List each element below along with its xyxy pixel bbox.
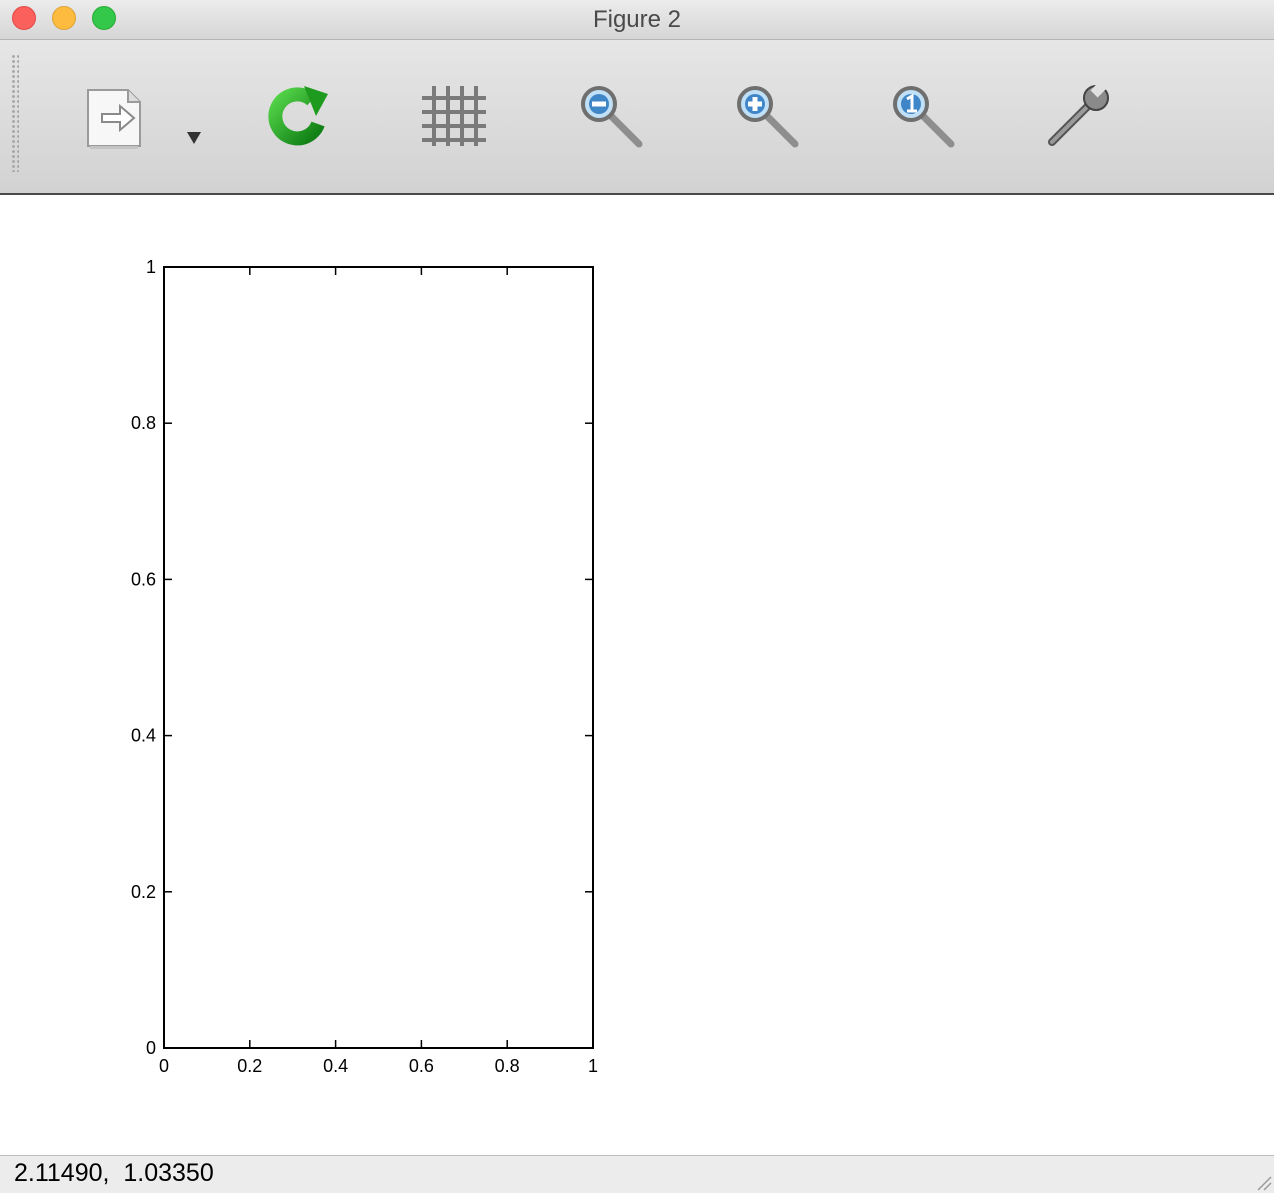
- zoom-out-icon: [581, 86, 643, 148]
- x-tick-label: 0.2: [237, 1056, 262, 1076]
- refresh-button[interactable]: [262, 80, 334, 152]
- x-tick-label: 0.6: [409, 1056, 434, 1076]
- window-title: Figure 2: [592, 6, 682, 33]
- y-tick-label: 0.8: [131, 413, 156, 433]
- zoom-out-button[interactable]: [575, 80, 647, 152]
- toolbar: [0, 40, 1274, 195]
- export-document-icon: [87, 89, 141, 149]
- y-tick-label: 0.2: [131, 882, 156, 902]
- x-tick-label: 0.8: [495, 1056, 520, 1076]
- figure-canvas[interactable]: 0 0.2 0.4 0.6 0.8 1 0 0.2 0.4 0.6 0.8 1: [0, 195, 1274, 1155]
- x-tick-label: 1: [588, 1056, 598, 1076]
- wrench-icon: [1048, 80, 1109, 146]
- zoom-reset-button[interactable]: [887, 80, 959, 152]
- status-bar: 2.11490, 1.03350: [0, 1155, 1274, 1193]
- settings-button[interactable]: [1042, 80, 1114, 152]
- title-bar: Figure 2: [0, 0, 1274, 40]
- export-dropdown-button[interactable]: [184, 128, 204, 148]
- grid-icon: [422, 86, 486, 146]
- y-tick-label: 0: [146, 1038, 156, 1058]
- x-tick-label: 0: [159, 1056, 169, 1076]
- refresh-icon: [268, 86, 328, 146]
- zoom-reset-icon: [893, 86, 955, 148]
- export-button[interactable]: [80, 80, 152, 152]
- x-tick-label: 0.4: [323, 1056, 348, 1076]
- cursor-coordinates: 2.11490, 1.03350: [14, 1159, 214, 1187]
- toolbar-grip-handle[interactable]: [11, 54, 19, 172]
- axes: 0 0.2 0.4 0.6 0.8 1 0 0.2 0.4 0.6 0.8 1: [131, 257, 598, 1076]
- grid-toggle-button[interactable]: [418, 80, 490, 152]
- y-tick-label: 1: [146, 257, 156, 277]
- resize-grip-icon[interactable]: [1252, 1171, 1272, 1191]
- dropdown-arrow-icon: [187, 132, 201, 144]
- y-tick-label: 0.6: [131, 569, 156, 589]
- y-tick-label: 0.4: [131, 726, 156, 746]
- zoom-in-button[interactable]: [731, 80, 803, 152]
- zoom-in-icon: [737, 86, 799, 148]
- axes-frame: [163, 266, 594, 1049]
